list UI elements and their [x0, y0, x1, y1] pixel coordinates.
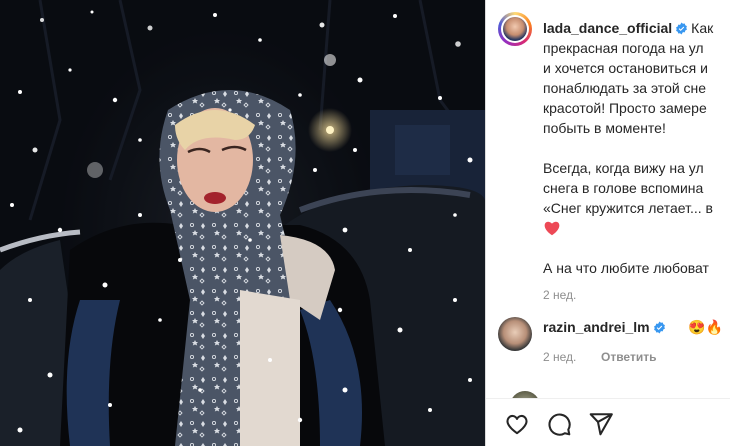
post-details-panel: lada_dance_official Как прекрасная погода…: [486, 0, 730, 446]
comment-timestamp: 2 нед.: [543, 350, 577, 364]
heart-outline-icon[interactable]: [504, 411, 530, 437]
post-timestamp[interactable]: 2 нед.: [543, 288, 576, 302]
heart-eyes-emoji: 😍: [688, 319, 706, 335]
reply-button[interactable]: Ответить: [601, 350, 656, 364]
caption-paragraph-3: А на что любите любоват: [543, 260, 709, 276]
caption-paragraph-1: lada_dance_official Как прекрасная погода…: [543, 18, 730, 138]
post-actions-bar: [486, 398, 730, 446]
comment-bubble-icon[interactable]: [546, 411, 572, 437]
post-caption: lada_dance_official Как прекрасная погода…: [543, 18, 730, 298]
comment-text: 😍🔥: [688, 319, 723, 336]
photo-illustration: [0, 0, 485, 446]
comment-username[interactable]: razin_andrei_lm: [543, 319, 669, 335]
post-photo[interactable]: [0, 0, 485, 446]
author-username[interactable]: lada_dance_official: [543, 20, 672, 36]
instagram-post-view: lada_dance_official Как прекрасная погода…: [0, 0, 730, 446]
verified-badge-icon: [676, 22, 688, 35]
paper-plane-icon[interactable]: [588, 411, 614, 437]
author-avatar[interactable]: [498, 12, 532, 46]
caption-text: Как прекрасная погода на ул и хочется ос…: [543, 20, 714, 136]
verified-badge-icon: [653, 321, 665, 334]
fire-emoji: 🔥: [705, 319, 723, 335]
caption-paragraph-2: Всегда, когда вижу на ул снега в голове …: [543, 158, 730, 238]
commenter-avatar[interactable]: [498, 317, 532, 351]
comment-item: razin_andrei_lm 😍🔥 2 нед. Ответить: [498, 317, 730, 364]
red-heart-emoji-icon: [544, 221, 560, 236]
